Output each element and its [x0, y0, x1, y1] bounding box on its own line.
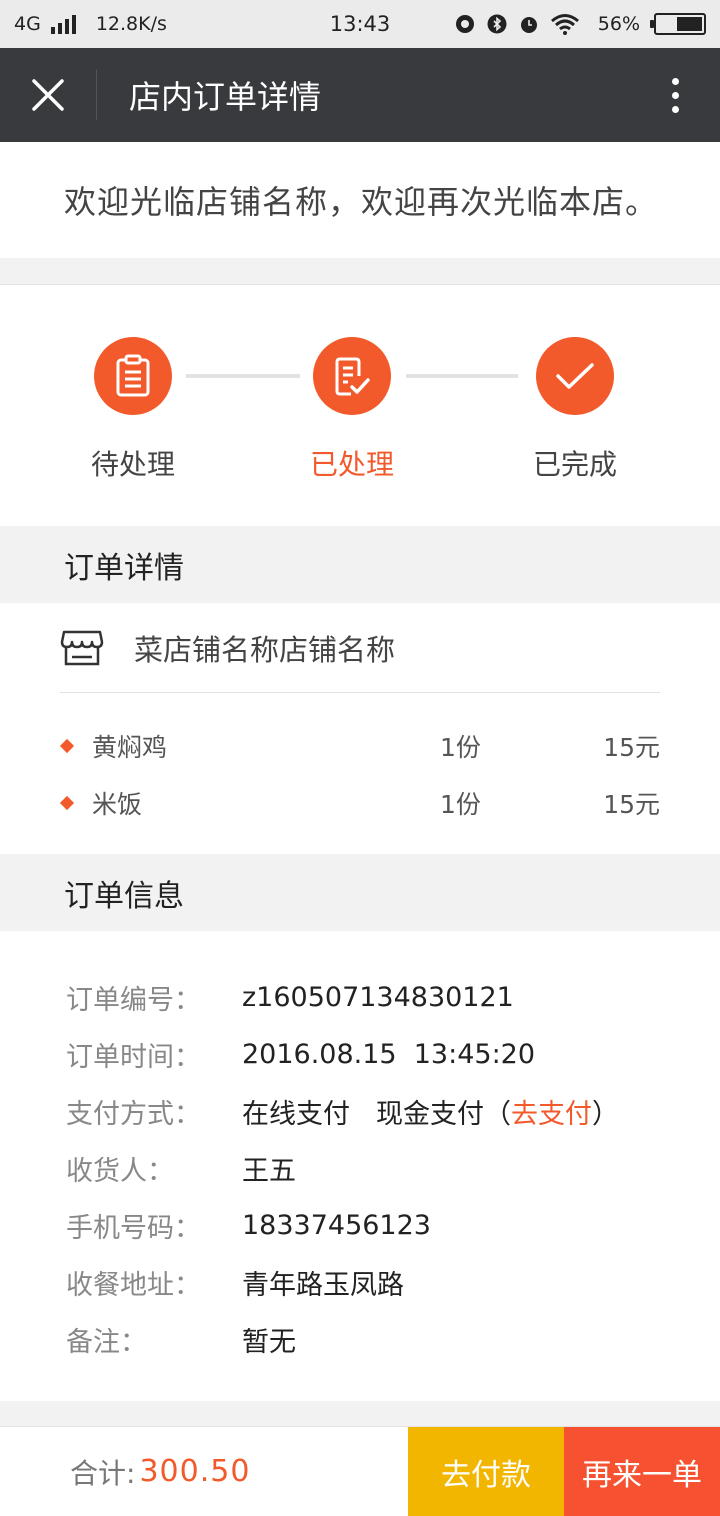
- payment-online: 在线支付: [242, 1099, 350, 1130]
- step-label: 已处理: [309, 448, 394, 481]
- item-list: 黄焖鸡 1份 15元 米饭 1份 15元: [59, 693, 660, 831]
- more-dot-icon: [671, 77, 679, 85]
- order-info: 订单编号： z160507134830121 订单时间： 2016.08.15 …: [0, 931, 720, 1401]
- note-row: 备注： 暂无: [66, 1311, 720, 1368]
- step-pending: 待处理: [53, 337, 213, 483]
- order-time-label: 订单时间：: [66, 1042, 201, 1073]
- network-speed: 12.8K/s: [95, 13, 167, 35]
- item-price: 15元: [603, 789, 660, 819]
- order-time-row: 订单时间： 2016.08.15 13:45:20: [66, 1026, 720, 1083]
- order-number-label: 订单编号：: [66, 985, 201, 1016]
- address-value: 青年路玉凤路: [242, 1270, 404, 1301]
- total-label: 合计:: [70, 1456, 136, 1490]
- address-row: 收餐地址： 青年路玉凤路: [66, 1254, 720, 1311]
- edit-check-icon: [313, 337, 391, 415]
- shop-name: 菜店铺名称店铺名称: [134, 632, 396, 667]
- order-details: 菜店铺名称店铺名称 黄焖鸡 1份 15元 米饭 1份 15元: [0, 603, 720, 854]
- step-label: 已完成: [532, 448, 617, 481]
- alarm-icon: [518, 13, 540, 35]
- nav-bar: 店内订单详情: [0, 48, 720, 142]
- order-time-value: 2016.08.15 13:45:20: [242, 1039, 536, 1070]
- step-processed: 已处理: [272, 337, 432, 483]
- bullet-icon: [59, 795, 75, 810]
- shop-row[interactable]: 菜店铺名称店铺名称: [60, 603, 660, 693]
- status-bar: 4G 12.8K/s 13:43 56%: [0, 0, 720, 48]
- item-price: 15元: [603, 732, 660, 762]
- item-name: 米饭: [92, 789, 143, 819]
- wifi-icon: [550, 13, 580, 35]
- receiver-row: 收货人： 王五: [66, 1140, 720, 1197]
- list-item: 米饭 1份 15元: [59, 774, 660, 831]
- checkmark-icon: [536, 337, 614, 415]
- paren-open: （: [484, 1099, 511, 1130]
- more-menu-button[interactable]: [660, 48, 690, 142]
- nav-divider: [96, 70, 97, 120]
- step-completed: 已完成: [495, 337, 655, 483]
- bluetooth-icon: [486, 13, 508, 35]
- item-qty: 1份: [440, 789, 481, 819]
- bottom-action-bar: 合计: 300.50 去付款 再来一单: [0, 1426, 720, 1516]
- bullet-icon: [59, 738, 75, 753]
- welcome-message: 欢迎光临店铺名称，欢迎再次光临本店。: [0, 142, 720, 258]
- network-type: 4G: [14, 13, 41, 35]
- payment-row: 支付方式： 在线支付 现金支付 （ 去支付 ）: [66, 1083, 720, 1140]
- pay-button[interactable]: 去付款: [408, 1427, 564, 1516]
- total-amount: 300.50: [139, 1454, 251, 1489]
- reorder-button[interactable]: 再来一单: [564, 1427, 720, 1516]
- phone-row: 手机号码： 18337456123: [66, 1197, 720, 1254]
- paren-close: ）: [592, 1099, 619, 1130]
- close-icon: [32, 79, 64, 111]
- receiver-value: 王五: [242, 1156, 296, 1187]
- order-progress: 待处理 已处理 已完成: [0, 285, 720, 526]
- order-details-heading: 订单详情: [0, 526, 720, 603]
- order-number-value: z160507134830121: [242, 982, 514, 1013]
- note-value: 暂无: [242, 1327, 296, 1358]
- phone-label: 手机号码：: [66, 1213, 201, 1244]
- total: 合计: 300.50: [0, 1427, 408, 1516]
- rotation-lock-icon: [454, 13, 476, 35]
- phone-value: 18337456123: [242, 1210, 431, 1241]
- signal-icon: [50, 14, 76, 34]
- order-info-heading: 订单信息: [0, 854, 720, 931]
- payment-cash: 现金支付: [376, 1099, 484, 1130]
- note-label: 备注：: [66, 1327, 147, 1358]
- item-qty: 1份: [440, 732, 481, 762]
- page-title: 店内订单详情: [129, 78, 322, 116]
- clipboard-icon: [94, 337, 172, 415]
- close-button[interactable]: [0, 48, 96, 142]
- step-label: 待处理: [90, 448, 175, 481]
- payment-label: 支付方式：: [66, 1099, 201, 1130]
- item-name: 黄焖鸡: [92, 732, 168, 762]
- list-item: 黄焖鸡 1份 15元: [59, 717, 660, 774]
- receiver-label: 收货人：: [66, 1156, 174, 1187]
- address-label: 收餐地址：: [66, 1270, 201, 1301]
- store-icon: [60, 626, 104, 670]
- go-pay-link[interactable]: 去支付: [511, 1092, 592, 1131]
- battery-percent: 56%: [597, 13, 640, 35]
- order-number-row: 订单编号： z160507134830121: [66, 969, 720, 1026]
- battery-icon: [650, 13, 706, 35]
